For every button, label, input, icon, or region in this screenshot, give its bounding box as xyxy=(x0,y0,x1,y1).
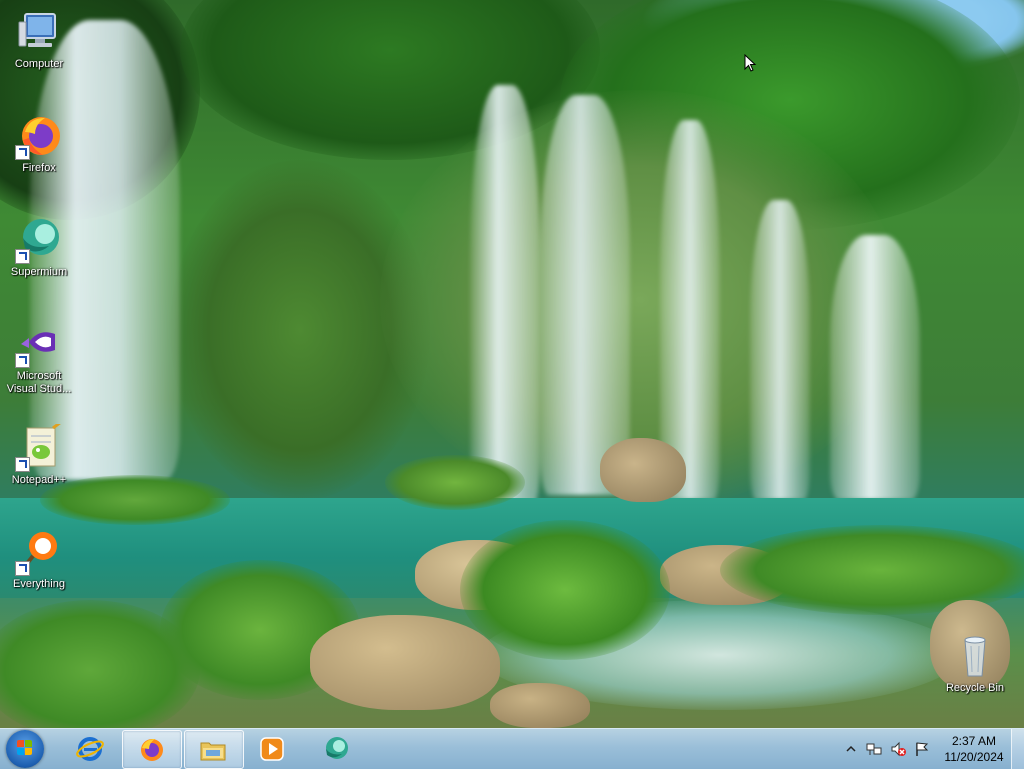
show-hidden-icons-chevron-icon[interactable] xyxy=(843,741,859,757)
wallpaper-waterfall xyxy=(660,120,720,500)
folder-icon xyxy=(199,736,227,764)
desktop-icon-label: Recycle Bin xyxy=(945,682,1005,694)
computer-icon xyxy=(15,8,63,56)
desktop-icon-label: Microsoft Visual Stud... xyxy=(6,370,72,395)
wallpaper-rock xyxy=(310,615,500,710)
wallpaper-rock xyxy=(600,438,686,502)
windows-logo-icon xyxy=(17,740,33,756)
wallpaper-waterfall xyxy=(470,85,540,505)
taskbar-button-windows-explorer[interactable] xyxy=(184,730,244,769)
desktop-icon-recycle-bin[interactable]: Recycle Bin xyxy=(939,632,1011,695)
wallpaper-waterfall xyxy=(540,95,630,495)
network-icon[interactable] xyxy=(866,741,882,757)
firefox-icon xyxy=(137,736,165,764)
wallpaper-waterfall xyxy=(750,200,810,500)
desktop-icon-label: Firefox xyxy=(22,162,56,174)
desktop-icon-label: Notepad++ xyxy=(11,474,67,486)
wallpaper-rock xyxy=(490,683,590,728)
wallpaper-bush xyxy=(460,520,670,660)
shortcut-arrow-icon xyxy=(15,145,30,160)
desktop-icon-computer[interactable]: Computer xyxy=(3,8,75,71)
desktop-icon-firefox[interactable]: Firefox xyxy=(3,112,75,175)
taskbar-button-supermium[interactable] xyxy=(308,730,366,767)
visual-studio-icon xyxy=(15,320,63,368)
supermium-icon xyxy=(322,735,350,763)
show-desktop-button[interactable] xyxy=(1011,729,1024,769)
desktop-icon-label: Computer xyxy=(14,58,64,70)
everything-search-icon xyxy=(15,528,63,576)
volume-muted-icon[interactable] xyxy=(890,741,906,757)
desktop-icon-notepadpp[interactable]: Notepad++ xyxy=(3,420,75,487)
recycle-bin-icon xyxy=(951,632,999,680)
clock-time: 2:37 AM xyxy=(951,734,997,748)
notepadpp-icon xyxy=(15,420,63,472)
taskbar-button-internet-explorer[interactable] xyxy=(62,730,120,767)
system-clock[interactable]: 2:37 AM 11/20/2024 xyxy=(934,733,1014,765)
desktop-icon-supermium[interactable]: Supermium xyxy=(3,216,75,279)
taskbar: 2:37 AM 11/20/2024 xyxy=(0,728,1024,769)
taskbar-button-firefox[interactable] xyxy=(122,730,182,769)
desktop-icon-visual-studio[interactable]: Microsoft Visual Stud... xyxy=(3,320,75,396)
wallpaper-waterfall xyxy=(830,235,920,500)
wallpaper-bush xyxy=(385,455,525,510)
taskbar-button-media-player[interactable] xyxy=(244,730,302,767)
start-button[interactable] xyxy=(6,730,44,768)
firefox-icon xyxy=(15,112,63,160)
media-player-icon xyxy=(258,735,286,763)
desktop-icon-label: Everything xyxy=(13,578,65,590)
desktop-wallpaper xyxy=(0,0,1024,728)
shortcut-arrow-icon xyxy=(15,249,30,264)
internet-explorer-icon xyxy=(76,735,104,763)
shortcut-arrow-icon xyxy=(15,457,30,472)
shortcut-arrow-icon xyxy=(15,353,30,368)
desktop-icon-label: Supermium xyxy=(10,266,68,278)
action-center-flag-icon[interactable] xyxy=(914,741,930,757)
desktop-icon-everything[interactable]: Everything xyxy=(3,528,75,591)
clock-date: 11/20/2024 xyxy=(944,750,1004,764)
shortcut-arrow-icon xyxy=(15,561,30,576)
supermium-icon xyxy=(15,216,63,264)
